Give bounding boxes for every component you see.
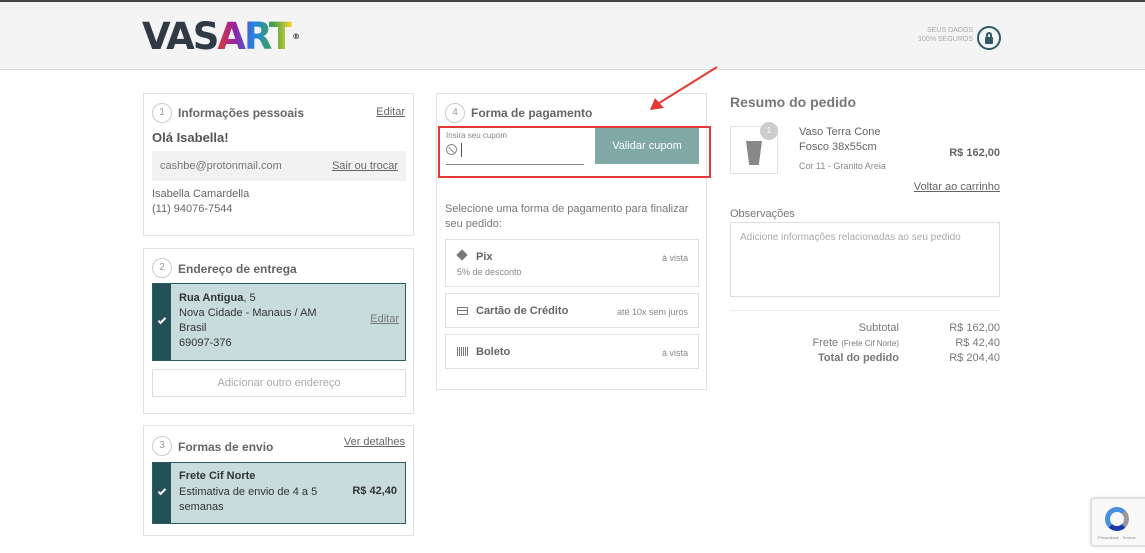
email-row: cashbe@protonmail.com Sair ou trocar <box>152 151 406 181</box>
pix-label: Pix <box>476 251 493 263</box>
coupon-label: Insira seu cupom <box>446 131 507 140</box>
recaptcha-text: Privacidade - Termos <box>1098 535 1136 540</box>
payment-option-credit-card[interactable]: Cartão de Crédito até 10x sem juros <box>445 293 699 328</box>
delivery-address-card: 2 Endereço de entrega Rua Antigua, 5 Nov… <box>143 248 414 414</box>
selected-address[interactable]: Rua Antigua, 5 Nova Cidade - Manaus / AM… <box>152 283 406 361</box>
payment-option-boleto[interactable]: Boleto à vista <box>445 334 699 369</box>
edit-personal-link[interactable]: Editar <box>376 106 405 118</box>
subtotal-value: R$ 162,00 <box>949 322 1000 334</box>
payment-option-pix[interactable]: Pix à vista 5% de desconto <box>445 239 699 287</box>
selected-shipping[interactable]: Frete Cif Norte Estimativa de envio de 4… <box>152 462 406 524</box>
coupon-underline <box>446 164 584 165</box>
shipping-cost-label: Frete (Frete Cif Norte) <box>730 337 899 349</box>
product-price: R$ 162,00 <box>949 147 1000 159</box>
shipping-title: Formas de envio <box>178 440 274 454</box>
pix-note: à vista <box>661 253 688 263</box>
notes-label: Observações <box>730 208 795 220</box>
summary-title: Resumo do pedido <box>730 94 856 110</box>
user-phone: (11) 94076-7544 <box>152 203 233 215</box>
step-number: 2 <box>152 258 172 278</box>
vasart-logo[interactable]: VASART® <box>142 14 300 60</box>
shipping-cost-value: R$ 42,40 <box>955 337 1000 349</box>
selected-indicator <box>153 284 171 360</box>
shipping-cost-title: Frete <box>812 337 839 349</box>
back-to-cart-link[interactable]: Voltar ao carrinho <box>880 181 1000 193</box>
payment-title: Forma de pagamento <box>471 106 593 120</box>
address-country: Brasil <box>179 322 207 334</box>
shipping-method: Frete Cif Norte <box>179 470 256 482</box>
barcode-icon <box>457 347 468 356</box>
validate-coupon-button[interactable]: Validar cupom <box>595 128 699 164</box>
greeting: Olá Isabella! <box>152 130 229 145</box>
shipping-price: R$ 42,40 <box>352 485 397 497</box>
shipping-estimate: Estimativa de envio de 4 a 5 semanas <box>179 486 318 513</box>
coupon-input[interactable] <box>461 143 585 157</box>
product-variant: Cor 11 - Granito Areia <box>799 161 886 171</box>
boleto-label: Boleto <box>476 346 511 358</box>
payment-instructions: Selecione uma forma de pagamento para fi… <box>445 203 689 230</box>
delivery-title: Endereço de entrega <box>178 262 297 276</box>
summary-divider <box>730 310 1000 311</box>
step-number: 3 <box>152 436 172 456</box>
coupon-highlight-box: Insira seu cupom Validar cupom <box>438 126 711 178</box>
product-quantity: 1 <box>760 122 778 140</box>
secure-data-text: SEUS DADOS 100% SEGUROS <box>905 26 973 44</box>
pix-discount: 5% de desconto <box>457 267 522 277</box>
vase-icon <box>746 141 762 165</box>
logo-reg: ® <box>292 32 301 41</box>
add-address-button[interactable]: Adicionar outro endereço <box>152 369 406 397</box>
credit-card-icon <box>457 307 468 315</box>
coupon-icon <box>446 144 457 155</box>
notes-textarea[interactable] <box>730 222 1000 297</box>
logo-main: VAS <box>142 15 219 58</box>
total-value: R$ 204,40 <box>949 352 1000 364</box>
shipping-cost-detail: (Frete Cif Norte) <box>841 339 899 348</box>
logo-accent: ART <box>217 15 294 58</box>
secure-line-1: SEUS DADOS <box>927 27 973 34</box>
step-number: 1 <box>152 103 172 123</box>
subtotal-label: Subtotal <box>858 322 899 334</box>
annotation-arrow <box>650 66 718 110</box>
credit-card-note: até 10x sem juros <box>616 307 688 317</box>
address-zip: 69097-376 <box>179 337 232 349</box>
edit-address-link[interactable]: Editar <box>370 313 399 325</box>
secure-line-2: 100% SEGUROS <box>918 36 973 43</box>
address-number: , 5 <box>243 292 256 304</box>
switch-account-link[interactable]: Sair ou trocar <box>332 160 398 172</box>
header: VASART® SEUS DADOS 100% SEGUROS <box>0 0 1145 70</box>
address-city: Nova Cidade - Manaus / AM <box>179 307 317 319</box>
boleto-note: à vista <box>661 348 688 358</box>
check-icon <box>157 486 167 496</box>
product-name: Vaso Terra Cone Fosco 38x55cm <box>799 126 881 153</box>
address-street-line: Rua Antigua, 5 <box>179 292 256 304</box>
shipping-card: 3 Formas de envio Ver detalhes Frete Cif… <box>143 425 414 536</box>
credit-card-label: Cartão de Crédito <box>476 305 569 317</box>
address-street: Rua Antigua <box>179 292 244 304</box>
pix-icon <box>456 249 468 261</box>
step-number: 4 <box>445 103 465 123</box>
personal-info-card: 1 Informações pessoais Editar Olá Isabel… <box>143 93 414 236</box>
total-label: Total do pedido <box>817 352 899 364</box>
check-icon <box>157 315 167 325</box>
lock-icon <box>977 26 1001 50</box>
selected-indicator <box>153 463 171 523</box>
user-name: Isabella Camardella <box>152 188 250 200</box>
recaptcha-icon <box>1105 507 1129 531</box>
shipping-details-link[interactable]: Ver detalhes <box>344 436 405 448</box>
user-email: cashbe@protonmail.com <box>160 160 282 172</box>
recaptcha-badge[interactable]: Privacidade - Termos <box>1091 498 1145 546</box>
personal-info-title: Informações pessoais <box>178 106 305 120</box>
